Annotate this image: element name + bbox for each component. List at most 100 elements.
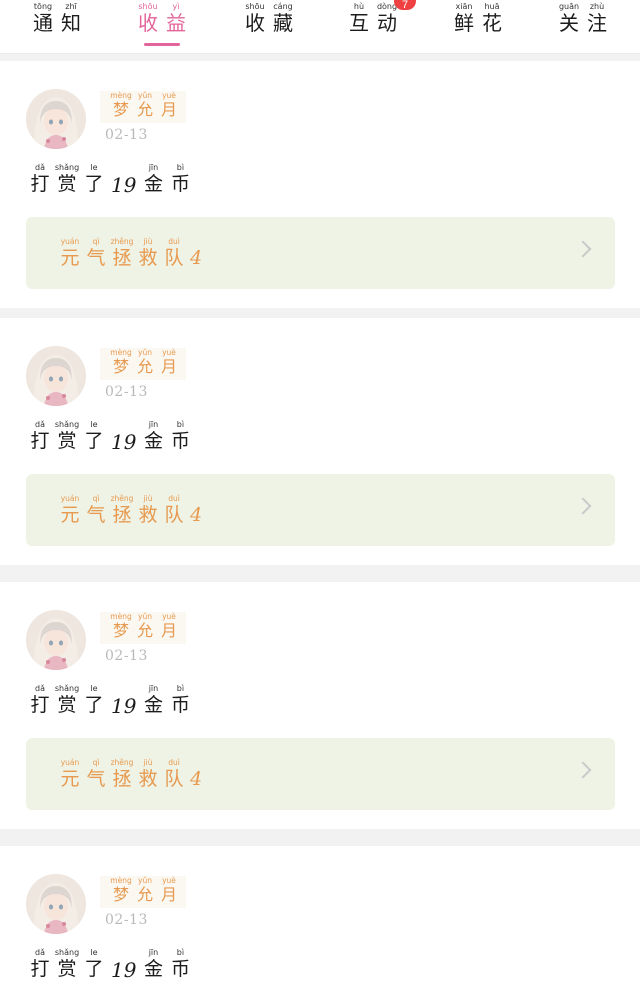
tab-xianhua[interactable]: xiān 鲜 huā 花 bbox=[433, 0, 523, 54]
hanzi: 币 bbox=[170, 430, 190, 452]
income-card: mèng 梦 yǔn 允 yuè 月 02-13 dǎ 打 shǎng 赏 le 了 19 jīn 金 bì 币 y… bbox=[0, 318, 640, 565]
hanzi: 救 bbox=[138, 504, 158, 526]
income-card: mèng 梦 yǔn 允 yuè 月 02-13 dǎ 打 shǎng 赏 le 了 19 jīn 金 bì 币 y… bbox=[0, 582, 640, 829]
pinyin: zhěng bbox=[110, 237, 134, 246]
hanzi: 赏 bbox=[57, 694, 77, 716]
tab-shoucang[interactable]: shōu 收 cáng 藏 bbox=[224, 0, 314, 54]
anime-girl-avatar[interactable] bbox=[26, 874, 86, 934]
reward-amount: 19 bbox=[111, 173, 137, 197]
tab-label-char: 鲜 bbox=[454, 11, 474, 35]
pinyin: qì bbox=[92, 494, 100, 503]
pinyin: jiù bbox=[143, 494, 153, 503]
pinyin: bì bbox=[176, 948, 185, 957]
anime-girl-avatar[interactable] bbox=[26, 346, 86, 406]
reward-amount: 19 bbox=[111, 958, 137, 982]
pinyin: jīn bbox=[148, 420, 159, 429]
pinyin: qì bbox=[92, 237, 100, 246]
hanzi: 允 bbox=[136, 100, 153, 119]
active-tab-indicator bbox=[144, 43, 180, 46]
hanzi: 月 bbox=[160, 100, 177, 119]
hanzi: 救 bbox=[138, 768, 158, 790]
chevron-right-icon bbox=[574, 761, 592, 779]
tab-label-char: 知 bbox=[61, 11, 81, 35]
hanzi: 了 bbox=[84, 173, 104, 195]
username[interactable]: mèng 梦 yǔn 允 yuè 月 bbox=[100, 91, 186, 123]
hanzi: 元 bbox=[60, 504, 80, 526]
hanzi: 允 bbox=[136, 885, 153, 904]
anime-girl-avatar[interactable] bbox=[26, 89, 86, 149]
tab-guanzhu[interactable]: guān 关 zhù 注 bbox=[538, 0, 628, 54]
notification-badge: 7 bbox=[394, 0, 416, 10]
pinyin: shǎng bbox=[54, 420, 80, 429]
pinyin: dǎ bbox=[35, 684, 45, 693]
tab-shouyi[interactable]: shōu 收 yì 益 bbox=[117, 0, 207, 54]
hanzi: 救 bbox=[138, 247, 158, 269]
hanzi: 月 bbox=[160, 885, 177, 904]
hanzi: 打 bbox=[30, 958, 50, 980]
pinyin: shǎng bbox=[54, 684, 80, 693]
pinyin: dǎ bbox=[35, 163, 45, 172]
reward-amount: 19 bbox=[111, 694, 137, 718]
reward-text: dǎ 打 shǎng 赏 le 了 19 jīn 金 bì 币 bbox=[28, 948, 192, 982]
pinyin: bì bbox=[176, 420, 185, 429]
pinyin: shǎng bbox=[54, 948, 80, 957]
tab-tongzhi[interactable]: tōng 通 zhī 知 bbox=[12, 0, 102, 54]
hanzi: 币 bbox=[170, 173, 190, 195]
pinyin: duì bbox=[168, 494, 180, 503]
username[interactable]: mèng 梦 yǔn 允 yuè 月 bbox=[100, 612, 186, 644]
hanzi: 拯 bbox=[112, 504, 132, 526]
hanzi: 金 bbox=[143, 173, 163, 195]
hanzi: 允 bbox=[136, 357, 153, 376]
pinyin: yuán bbox=[60, 237, 80, 246]
post-date: 02-13 bbox=[105, 127, 148, 143]
work-link[interactable]: yuán 元 qì 气 zhěng 拯 jiù 救 duì 队 4 bbox=[26, 738, 615, 810]
work-link[interactable]: yuán 元 qì 气 zhěng 拯 jiù 救 duì 队 4 bbox=[26, 217, 615, 289]
pinyin: qì bbox=[92, 758, 100, 767]
anime-girl-avatar[interactable] bbox=[26, 610, 86, 670]
pinyin: jīn bbox=[148, 684, 159, 693]
work-link[interactable]: yuán 元 qì 气 zhěng 拯 jiù 救 duì 队 4 bbox=[26, 474, 615, 546]
hanzi: 队 bbox=[164, 768, 184, 790]
pinyin: jiù bbox=[143, 237, 153, 246]
tab-hudong[interactable]: hù 互 dòng 动 7 bbox=[328, 0, 418, 54]
pinyin: le bbox=[90, 684, 98, 693]
username[interactable]: mèng 梦 yǔn 允 yuè 月 bbox=[100, 876, 186, 908]
pinyin: jiù bbox=[143, 758, 153, 767]
hanzi: 梦 bbox=[112, 621, 129, 640]
tab-label-char: 收 bbox=[245, 11, 265, 35]
pinyin: le bbox=[90, 948, 98, 957]
username[interactable]: mèng 梦 yǔn 允 yuè 月 bbox=[100, 348, 186, 380]
pinyin: shǎng bbox=[54, 163, 80, 172]
pinyin: duì bbox=[168, 758, 180, 767]
work-title-number: 4 bbox=[190, 247, 203, 269]
pinyin: jīn bbox=[148, 163, 159, 172]
reward-text: dǎ 打 shǎng 赏 le 了 19 jīn 金 bì 币 bbox=[28, 420, 192, 454]
reward-text: dǎ 打 shǎng 赏 le 了 19 jīn 金 bì 币 bbox=[28, 684, 192, 718]
pinyin: zhěng bbox=[110, 494, 134, 503]
hanzi: 拯 bbox=[112, 247, 132, 269]
hanzi: 赏 bbox=[57, 958, 77, 980]
tab-label-char: 通 bbox=[33, 11, 53, 35]
hanzi: 金 bbox=[143, 694, 163, 716]
post-date: 02-13 bbox=[105, 912, 148, 928]
hanzi: 队 bbox=[164, 504, 184, 526]
hanzi: 了 bbox=[84, 958, 104, 980]
pinyin: le bbox=[90, 420, 98, 429]
pinyin: bì bbox=[176, 163, 185, 172]
tab-label-char: 益 bbox=[166, 11, 186, 35]
hanzi: 赏 bbox=[57, 430, 77, 452]
hanzi: 梦 bbox=[112, 357, 129, 376]
income-card: mèng 梦 yǔn 允 yuè 月 02-13 dǎ 打 shǎng 赏 le 了 19 jīn 金 bì 币 bbox=[0, 846, 640, 997]
hanzi: 了 bbox=[84, 430, 104, 452]
reward-amount: 19 bbox=[111, 430, 137, 454]
hanzi: 梦 bbox=[112, 100, 129, 119]
pinyin: yuán bbox=[60, 494, 80, 503]
hanzi: 打 bbox=[30, 694, 50, 716]
work-title-number: 4 bbox=[190, 504, 203, 526]
pinyin: jīn bbox=[148, 948, 159, 957]
pinyin: dǎ bbox=[35, 420, 45, 429]
pinyin: le bbox=[90, 163, 98, 172]
tab-bar: tōng 通 zhī 知 shōu 收 yì 益 shōu 收 cáng 藏 hù 互 dòn… bbox=[0, 0, 640, 54]
post-date: 02-13 bbox=[105, 384, 148, 400]
hanzi: 队 bbox=[164, 247, 184, 269]
